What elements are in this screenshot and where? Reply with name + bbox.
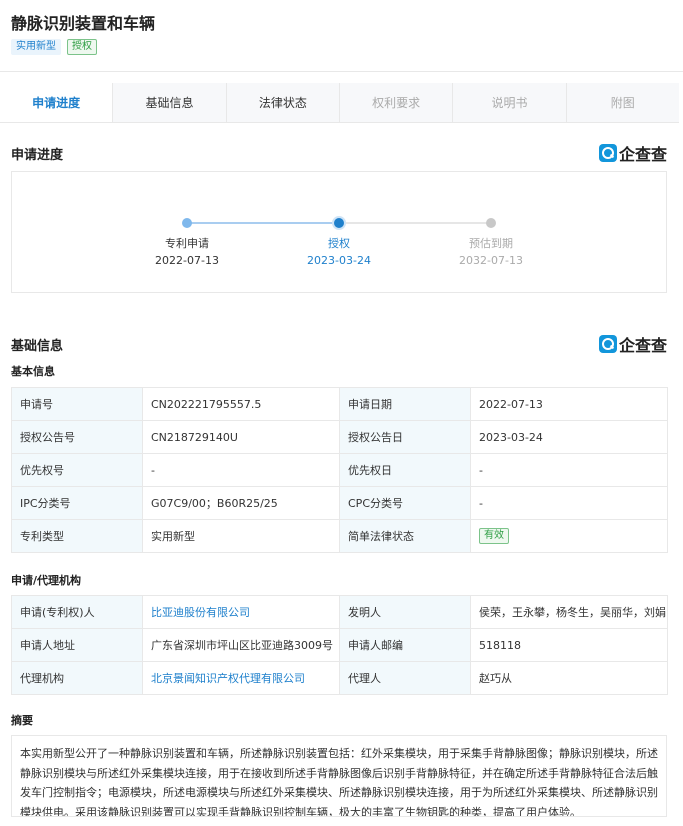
tab-application-progress[interactable]: 申请进度 [0,83,113,122]
field-label: 申请号 [11,387,143,421]
application-date: 2022-07-13 [470,387,668,421]
qcc-logo-icon [598,335,617,353]
field-label: 申请人地址 [11,628,143,662]
applicant-cell: 比亚迪股份有限公司 [142,595,340,629]
abstract-subtitle: 摘要 [11,714,33,727]
grant-number: CN218729140U [142,420,340,454]
step-label: 专利申请 [165,237,209,250]
step-label: 授权 [328,237,350,250]
basic-section-title: 基础信息 [11,339,64,354]
grant-date: 2023-03-24 [470,420,668,454]
field-label: 专利类型 [11,519,143,553]
section-tabs: 申请进度 基础信息 法律状态 权利要求 说明书 附图 [0,83,679,123]
applicant-address: 广东省深圳市坪山区比亚迪路3009号 [142,628,340,662]
agency-table: 申请(专利权)人 比亚迪股份有限公司 发明人 侯荣，王永攀，杨冬生，吴丽华，刘娟… [11,595,668,695]
header-divider [0,71,683,72]
brand-name: 企查查 [618,145,667,164]
patent-title: 静脉识别装置和车辆 [11,14,156,33]
table-row: 申请人地址 广东省深圳市坪山区比亚迪路3009号 申请人邮编 518118 [11,628,668,662]
field-label: 授权公告日 [339,420,471,454]
field-label: 授权公告号 [11,420,143,454]
step-date: 2022-07-13 [155,254,219,267]
step-expiry: 预估到期 2032-07-13 [431,235,551,269]
table-row: 优先权号 - 优先权日 - [11,453,668,487]
applicant-postcode: 518118 [470,628,668,662]
table-row: IPC分类号 G07C9/00；B60R25/25 CPC分类号 - [11,486,668,520]
tab-legal-status[interactable]: 法律状态 [225,83,339,122]
cpc-classification: - [470,486,668,520]
applicant-link[interactable]: 比亚迪股份有限公司 [151,606,250,619]
step-date: 2023-03-24 [307,254,371,267]
brand-logo: 企查查 [598,332,667,356]
basic-info-table: 申请号 CN202221795557.5 申请日期 2022-07-13 授权公… [11,387,668,553]
field-label: 优先权号 [11,453,143,487]
field-label: 代理机构 [11,661,143,695]
step-granted: 授权 2023-03-24 [279,235,399,269]
brand-logo: 企查查 [598,141,667,165]
brand-name: 企查查 [618,336,667,355]
progress-line-done [187,222,339,224]
application-number: CN202221795557.5 [142,387,340,421]
patent-type: 实用新型 [142,519,340,553]
field-label: 申请人邮编 [339,628,471,662]
basic-info-subtitle: 基本信息 [11,365,55,378]
inventors: 侯荣，王永攀，杨冬生，吴丽华，刘娟 [470,595,668,629]
agency-cell: 北京景闻知识产权代理有限公司 [142,661,340,695]
table-row: 申请(专利权)人 比亚迪股份有限公司 发明人 侯荣，王永攀，杨冬生，吴丽华，刘娟 [11,595,668,629]
table-row: 专利类型 实用新型 简单法律状态 有效 [11,519,668,553]
step-label: 预估到期 [469,237,513,250]
step-dot-granted [332,216,346,230]
tab-description[interactable]: 说明书 [452,83,566,122]
field-label: 申请日期 [339,387,471,421]
agency-link[interactable]: 北京景闻知识产权代理有限公司 [151,672,305,685]
progress-section-title: 申请进度 [11,148,64,163]
table-row: 代理机构 北京景闻知识产权代理有限公司 代理人 赵巧从 [11,661,668,695]
patent-type-tag: 实用新型 [11,39,61,55]
table-row: 授权公告号 CN218729140U 授权公告日 2023-03-24 [11,420,668,454]
agency-subtitle: 申请/代理机构 [11,574,82,587]
table-row: 申请号 CN202221795557.5 申请日期 2022-07-13 [11,387,668,421]
field-label: 简单法律状态 [339,519,471,553]
progress-line-todo [339,222,491,224]
field-label: IPC分类号 [11,486,143,520]
tab-claims[interactable]: 权利要求 [338,83,453,122]
tab-drawings[interactable]: 附图 [565,83,679,122]
patent-tags: 实用新型 授权 [11,39,97,55]
step-date: 2032-07-13 [459,254,523,267]
legal-status-cell: 有效 [470,519,668,553]
ipc-classification: G07C9/00；B60R25/25 [142,486,340,520]
patent-status-tag: 授权 [67,39,97,55]
priority-number: - [142,453,340,487]
field-label: 发明人 [339,595,471,629]
step-dot-filed [182,218,192,228]
step-filed: 专利申请 2022-07-13 [127,235,247,269]
field-label: 申请(专利权)人 [11,595,143,629]
step-dot-expiry [486,218,496,228]
field-label: CPC分类号 [339,486,471,520]
agent: 赵巧从 [470,661,668,695]
priority-date: - [470,453,668,487]
field-label: 优先权日 [339,453,471,487]
progress-timeline: 专利申请 2022-07-13 授权 2023-03-24 预估到期 2032-… [11,171,667,293]
tab-basic-info[interactable]: 基础信息 [112,83,226,122]
qcc-logo-icon [598,144,617,162]
field-label: 代理人 [339,661,471,695]
abstract-text: 本实用新型公开了一种静脉识别装置和车辆，所述静脉识别装置包括：红外采集模块，用于… [11,735,667,817]
legal-status-badge: 有效 [479,528,509,544]
